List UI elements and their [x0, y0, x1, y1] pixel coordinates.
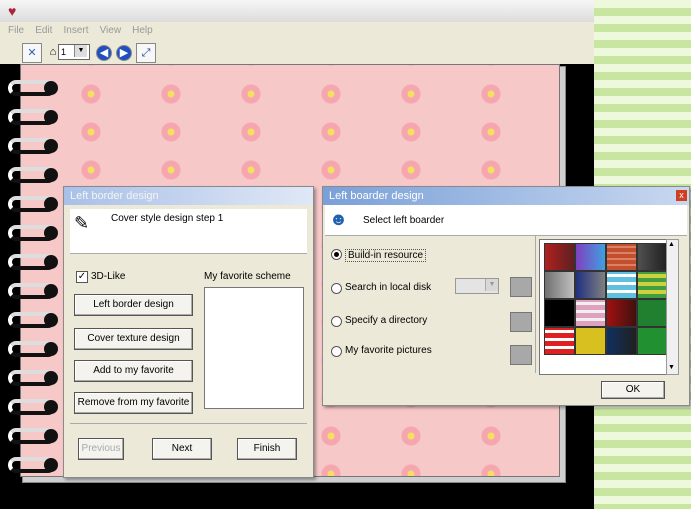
border-thumbnail[interactable]: [637, 299, 668, 327]
thumbnail-scrollbar[interactable]: [666, 239, 679, 375]
add-to-favorite-button[interactable]: Add to my favorite: [74, 360, 193, 382]
dialog-title: Left boarder design: [323, 187, 689, 205]
menu-bar: File Edit Insert View Help: [0, 22, 594, 40]
local-disk-radio[interactable]: [331, 283, 342, 294]
border-thumbnail[interactable]: [637, 327, 668, 355]
directory-radio[interactable]: [331, 316, 342, 327]
border-thumbnail[interactable]: [606, 243, 637, 271]
ok-button[interactable]: OK: [601, 381, 665, 399]
chevron-down-icon[interactable]: ▼: [485, 279, 498, 291]
pencil-icon: ✎: [74, 213, 90, 233]
menu-insert[interactable]: Insert: [63, 22, 88, 40]
fit-icon[interactable]: ✕: [22, 43, 42, 63]
left-border-design-button[interactable]: Left border design: [74, 294, 193, 316]
favorites-radio[interactable]: [331, 346, 342, 357]
browse-favorites-button[interactable]: [510, 345, 532, 365]
border-thumbnail[interactable]: [637, 271, 668, 299]
menu-help[interactable]: Help: [132, 22, 153, 40]
binding-hole: [44, 284, 58, 298]
border-thumbnail[interactable]: [544, 271, 575, 299]
border-thumbnail[interactable]: [575, 299, 606, 327]
build-in-radio[interactable]: [331, 249, 342, 260]
directory-label[interactable]: Specify a directory: [345, 315, 427, 326]
binding-hole: [44, 400, 58, 414]
border-thumbnail[interactable]: [575, 327, 606, 355]
border-thumbnail[interactable]: [544, 299, 575, 327]
border-thumbnail[interactable]: [637, 243, 668, 271]
3d-like-label: 3D-Like: [91, 271, 126, 282]
border-thumbnail[interactable]: [606, 299, 637, 327]
dialog-heading: Cover style design step 1: [111, 213, 224, 224]
binding-hole: [44, 429, 58, 443]
dialog-heading: Select left boarder: [363, 215, 445, 226]
browse-directory-button[interactable]: [510, 312, 532, 332]
favorite-scheme-list[interactable]: [204, 287, 304, 409]
close-icon[interactable]: x: [676, 190, 687, 201]
border-thumbnail[interactable]: [606, 327, 637, 355]
menu-view[interactable]: View: [100, 22, 122, 40]
title-bar: ♥: [0, 0, 594, 22]
binding-hole: [44, 342, 58, 356]
menu-edit[interactable]: Edit: [35, 22, 52, 40]
toolbar: ✕ ⌂ 1 ▼ ◀ ▶ ⤢: [0, 40, 594, 65]
border-thumbnail[interactable]: [544, 327, 575, 355]
border-thumbnail[interactable]: [575, 271, 606, 299]
app-logo-icon: ♥: [8, 3, 17, 19]
chevron-down-icon[interactable]: ▼: [74, 45, 87, 57]
expand-icon[interactable]: ⤢: [136, 43, 156, 63]
binding-hole: [44, 371, 58, 385]
favorite-scheme-label: My favorite scheme: [204, 271, 291, 282]
cover-texture-design-button[interactable]: Cover texture design: [74, 328, 193, 350]
divider: [535, 235, 536, 373]
binding-hole: [44, 110, 58, 124]
chevron-down-icon[interactable]: ▼: [667, 363, 676, 372]
favorites-label[interactable]: My favorite pictures: [345, 345, 432, 356]
dialog-title: Left border design: [64, 187, 313, 205]
divider: [70, 423, 307, 424]
left-border-dialog: Left boarder design x ☻ Select left boar…: [322, 186, 690, 406]
3d-like-checkbox[interactable]: ✓: [76, 271, 88, 283]
binding-hole: [44, 81, 58, 95]
previous-button[interactable]: Previous: [78, 438, 124, 460]
people-icon: ☻: [329, 209, 348, 229]
prev-page-icon[interactable]: ◀: [96, 45, 112, 61]
binding-hole: [44, 197, 58, 211]
binding-hole: [44, 226, 58, 240]
remove-from-favorite-button[interactable]: Remove from my favorite: [74, 392, 193, 414]
finish-button[interactable]: Finish: [237, 438, 297, 460]
binding-hole: [44, 255, 58, 269]
next-button[interactable]: Next: [152, 438, 212, 460]
binding-hole: [44, 168, 58, 182]
border-thumbnail[interactable]: [606, 271, 637, 299]
chevron-up-icon[interactable]: ▲: [667, 240, 676, 249]
browse-disk-button[interactable]: [510, 277, 532, 297]
local-disk-label[interactable]: Search in local disk: [345, 282, 431, 293]
border-thumbnail[interactable]: [575, 243, 606, 271]
next-page-icon[interactable]: ▶: [116, 45, 132, 61]
binding-hole: [44, 139, 58, 153]
cover-step-dialog: Left border design ✎ Cover style design …: [63, 186, 314, 478]
binding-hole: [44, 458, 58, 472]
border-thumbnail[interactable]: [544, 243, 575, 271]
build-in-label[interactable]: Build-in resource: [345, 249, 427, 262]
binding-hole: [44, 313, 58, 327]
menu-file[interactable]: File: [8, 22, 24, 40]
